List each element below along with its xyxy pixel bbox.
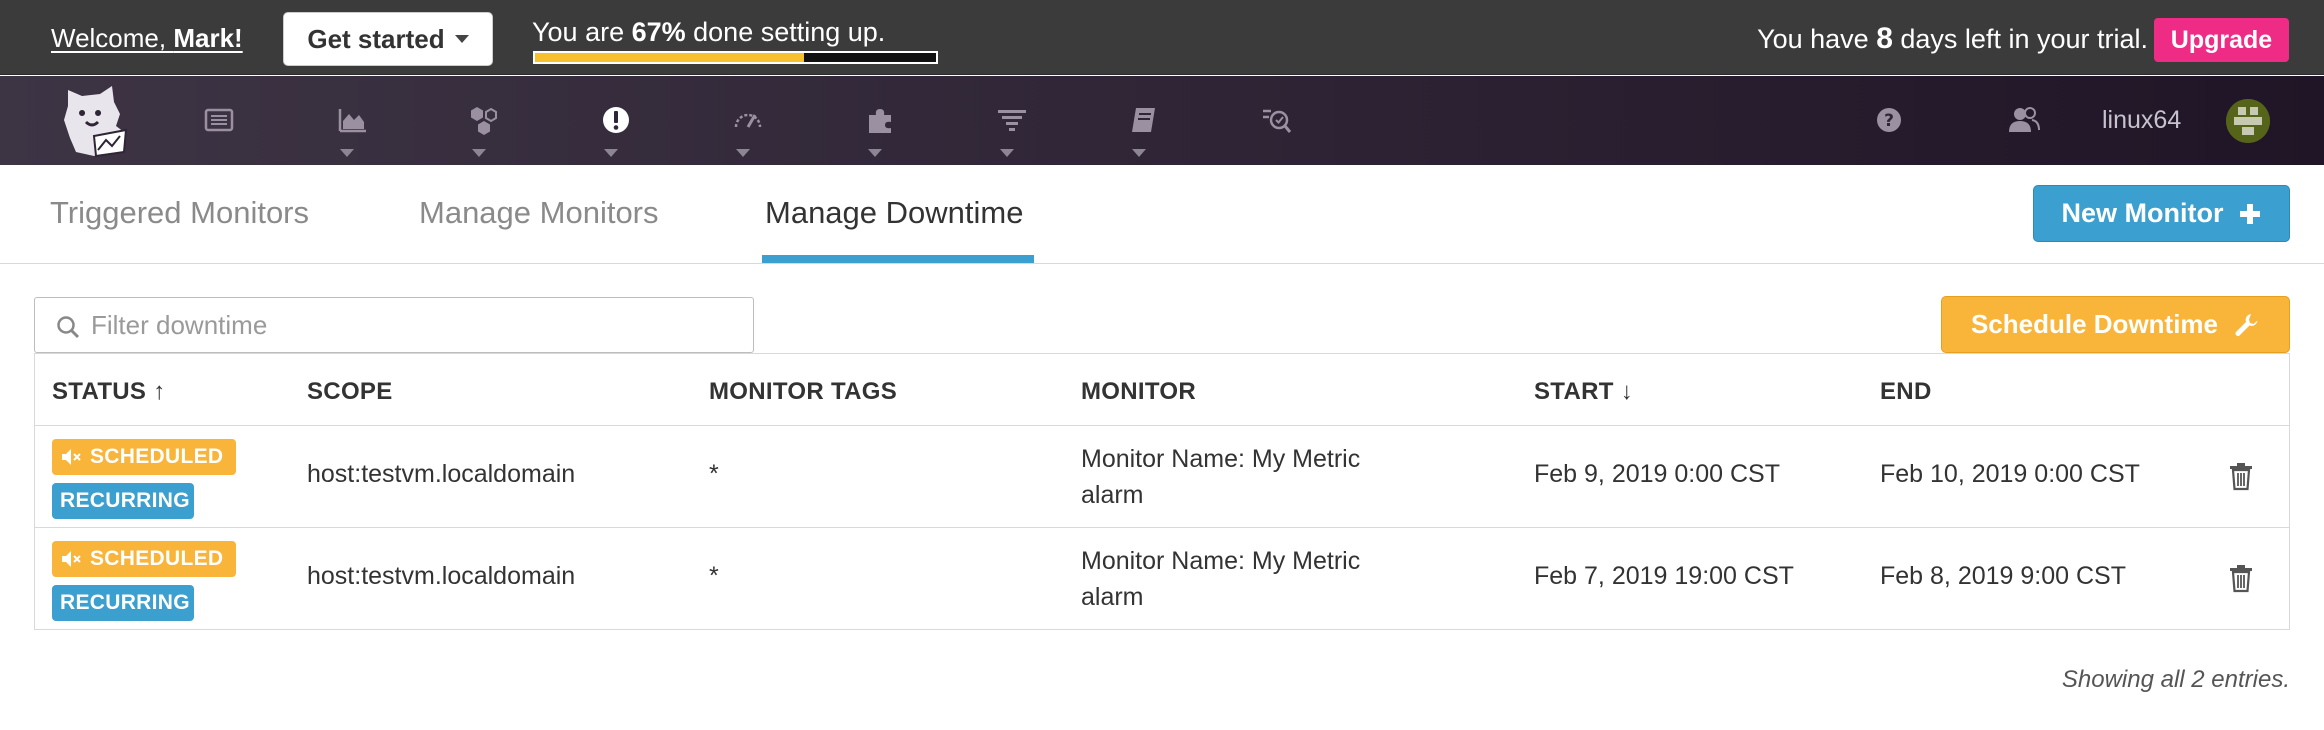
question-circle-icon[interactable]: ? [1867,98,1911,142]
table-header-row: STATUS ↑ SCOPE MONITOR TAGS MONITOR STAR… [35,353,2289,426]
tab-manage-monitors[interactable]: Manage Monitors [419,195,659,231]
trial-suffix: days left in your trial. [1892,24,2148,54]
scope-cell: host:testvm.localdomain [307,562,576,590]
column-header-monitor[interactable]: MONITOR [1081,378,1196,406]
caret-down-icon [454,35,469,43]
table-row[interactable]: SCHEDULED RECURRING host:testvm.localdom… [35,426,2289,528]
caret-down-icon [472,149,486,157]
caret-down-icon [604,149,618,157]
filter-downtime-input[interactable] [91,304,731,346]
end-cell: Feb 8, 2019 9:00 CST [1880,562,2126,590]
column-header-start[interactable]: START ↓ [1534,378,1633,406]
new-monitor-button[interactable]: New Monitor [2033,185,2290,242]
trash-icon[interactable] [2225,460,2257,492]
muted-speaker-icon [62,449,81,465]
monitor-tags-cell: * [709,562,719,590]
filter-downtime-field[interactable] [34,297,754,353]
monitor-tags-cell: * [709,460,719,488]
caret-down-icon [1000,149,1014,157]
monitor-tabs: Triggered Monitors Manage Monitors Manag… [0,165,2324,264]
column-header-scope[interactable]: SCOPE [307,378,393,406]
monitors-alert-icon[interactable] [594,98,638,142]
infrastructure-hexagons-icon[interactable] [462,98,506,142]
table-row[interactable]: SCHEDULED RECURRING host:testvm.localdom… [35,528,2289,630]
search-icon [57,316,80,339]
active-tab-indicator [762,255,1034,263]
caret-down-icon [868,149,882,157]
integrations-puzzle-icon[interactable] [858,98,902,142]
main-nav: ? linux64 [0,76,2324,165]
sort-descending-icon: ↓ [1620,378,1633,405]
status-badge-scheduled: SCHEDULED [52,541,236,577]
new-monitor-label: New Monitor [2061,198,2224,228]
username-label[interactable]: linux64 [2102,106,2181,135]
get-started-dropdown[interactable]: Get started [283,12,493,66]
status-label: SCHEDULED [90,445,224,468]
setup-progress-fill [535,53,804,62]
progress-suffix: done setting up. [685,17,886,47]
start-cell: Feb 9, 2019 0:00 CST [1534,460,1780,488]
monitor-cell[interactable]: Monitor Name: My Metric alarm [1081,441,1401,513]
recurring-badge: RECURRING [52,585,194,621]
trash-icon[interactable] [2225,562,2257,594]
schedule-downtime-button[interactable]: Schedule Downtime [1941,296,2290,353]
get-started-label: Get started [307,23,445,54]
dashboard-list-icon[interactable] [197,98,241,142]
welcome-prefix: Welcome, [51,23,174,53]
synthetics-watchdog-icon[interactable] [1254,98,1298,142]
welcome-name: Mark! [173,23,243,53]
apm-gauge-icon[interactable] [726,98,770,142]
start-cell: Feb 7, 2019 19:00 CST [1534,562,1794,590]
schedule-downtime-label: Schedule Downtime [1970,309,2219,339]
progress-prefix: You are [532,17,632,47]
notebooks-book-icon[interactable] [1122,98,1166,142]
logs-filter-icon[interactable] [990,98,1034,142]
scope-cell: host:testvm.localdomain [307,460,576,488]
status-label: SCHEDULED [90,547,224,570]
plus-icon [2239,203,2260,224]
caret-down-icon [340,149,354,157]
setup-progress-bar [533,51,938,64]
wrench-icon [2235,313,2258,336]
user-avatar[interactable] [2226,99,2270,143]
caret-down-icon [736,149,750,157]
downtime-table: STATUS ↑ SCOPE MONITOR TAGS MONITOR STAR… [34,353,2290,630]
muted-speaker-icon [62,551,81,567]
start-header-label: START [1534,378,1614,405]
trial-prefix: You have [1757,24,1877,54]
setup-progress-text: You are 67% done setting up. [532,17,885,48]
tab-manage-downtime[interactable]: Manage Downtime [765,195,1023,231]
svg-text:?: ? [1884,111,1894,131]
column-header-status[interactable]: STATUS ↑ [52,378,166,406]
status-badge-scheduled: SCHEDULED [52,439,236,475]
column-header-end[interactable]: END [1880,378,1932,406]
sort-ascending-icon: ↑ [153,378,166,405]
trial-days: 8 [1876,22,1893,55]
metrics-area-chart-icon[interactable] [331,98,375,142]
users-icon[interactable] [2002,98,2046,142]
recurring-badge: RECURRING [52,483,194,519]
status-header-label: STATUS [52,378,147,405]
monitor-cell[interactable]: Monitor Name: My Metric alarm [1081,543,1401,615]
caret-down-icon [1132,149,1146,157]
end-cell: Feb 10, 2019 0:00 CST [1880,460,2140,488]
datadog-logo-icon[interactable] [54,80,134,160]
setup-bar: Welcome, Mark! Get started You are 67% d… [0,0,2324,75]
table-entries-summary: Showing all 2 entries. [2061,666,2290,693]
welcome-link[interactable]: Welcome, Mark! [51,23,243,54]
upgrade-button[interactable]: Upgrade [2154,18,2289,62]
column-header-monitor-tags[interactable]: MONITOR TAGS [709,378,897,406]
trial-text: You have 8 days left in your trial. [1757,22,2148,56]
progress-percent: 67% [631,17,686,47]
tab-triggered-monitors[interactable]: Triggered Monitors [50,195,309,231]
